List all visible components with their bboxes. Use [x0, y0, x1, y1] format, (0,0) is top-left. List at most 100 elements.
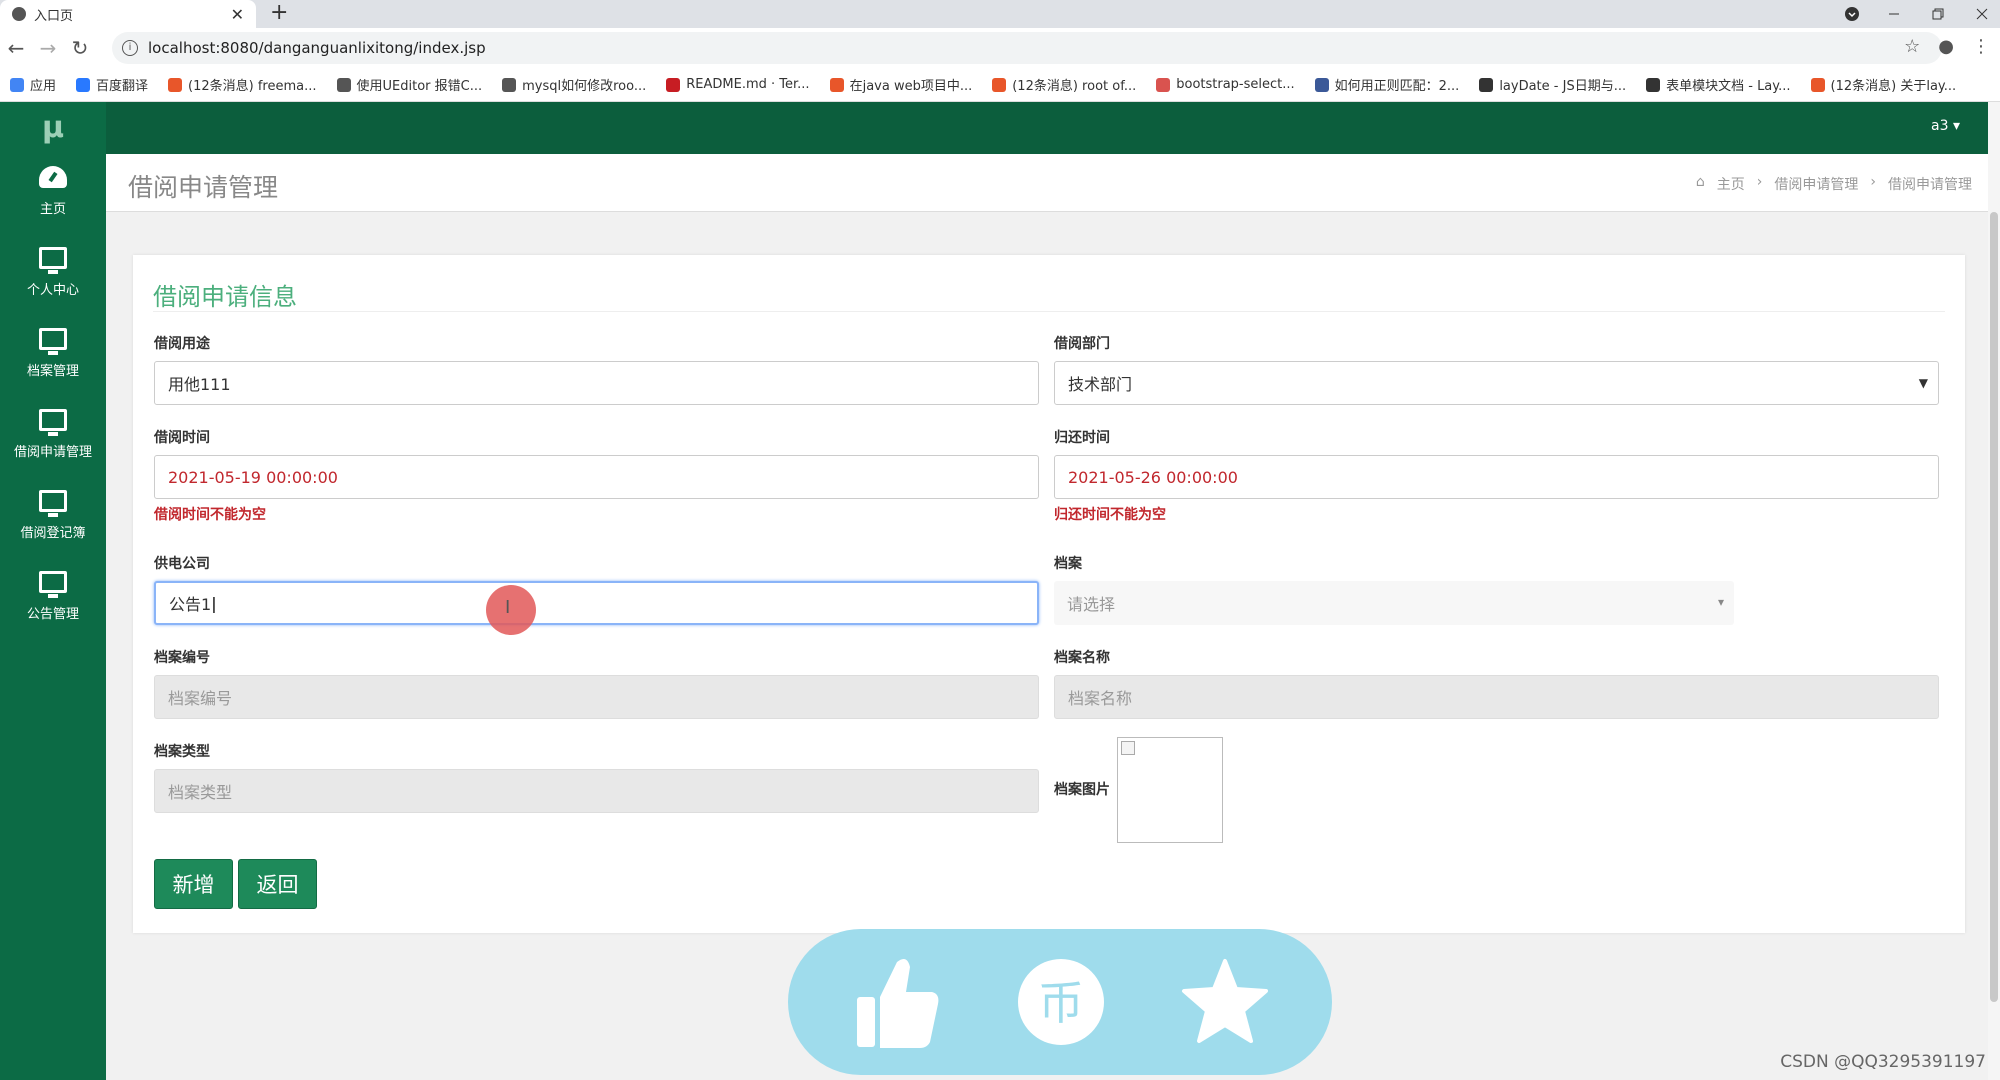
globe-icon: [12, 7, 26, 21]
bookmark-item[interactable]: (12条消息) 关于lay...: [1810, 75, 1957, 94]
site-info-icon[interactable]: i: [122, 40, 138, 56]
breadcrumb-section[interactable]: 借阅申请管理: [1774, 174, 1858, 194]
new-tab-button[interactable]: +: [270, 0, 288, 28]
sidebar-item-notice-management[interactable]: 公告管理: [0, 559, 106, 640]
borrow-time-input[interactable]: 2021-05-19 00:00:00: [154, 455, 1039, 499]
browser-tab[interactable]: 入口页 ✕: [0, 0, 256, 28]
bookmark-label: 如何用正则匹配：2...: [1334, 79, 1460, 94]
company-input[interactable]: 公告1 |: [154, 581, 1039, 625]
url-field[interactable]: i localhost:8080/danganguanlixitong/inde…: [112, 32, 1942, 64]
profile-dropdown-icon[interactable]: [1844, 0, 1860, 28]
sidebar-item-borrow-register[interactable]: 借阅登记簿: [0, 478, 106, 559]
bookmark-favicon-icon: [829, 77, 844, 92]
home-icon: ⌂: [1695, 174, 1705, 190]
bookmark-label: 在java web项目中...: [849, 79, 973, 94]
monitor-icon: [39, 247, 67, 274]
bookmark-item[interactable]: 如何用正则匹配：2...: [1314, 75, 1460, 94]
bookmark-label: (12条消息) root of...: [1012, 79, 1137, 94]
archive-select[interactable]: 请选择 ▾: [1054, 581, 1734, 625]
bookmark-item[interactable]: (12条消息) freema...: [168, 75, 317, 94]
sidebar-item-label: 档案管理: [26, 364, 79, 379]
bookmark-label: bootstrap-select...: [1176, 77, 1295, 92]
return-time-input[interactable]: 2021-05-26 00:00:00: [1054, 455, 1939, 499]
text-caret: |: [211, 593, 217, 613]
coin-icon[interactable]: 币: [1006, 947, 1116, 1057]
bookmark-item[interactable]: bootstrap-select...: [1156, 77, 1295, 92]
breadcrumb-current: 借阅申请管理: [1888, 177, 1972, 193]
bookmark-item[interactable]: 百度翻译: [76, 75, 148, 94]
bookmark-favicon-icon: [666, 77, 681, 92]
bookmark-item[interactable]: 表单模块文档 - Lay...: [1646, 75, 1791, 94]
back-arrow-icon[interactable]: ←: [0, 36, 32, 60]
caret-down-icon: ▾: [1717, 595, 1724, 609]
bookmark-favicon-icon: [1314, 77, 1329, 92]
window-close-icon[interactable]: [1976, 0, 1988, 28]
account-icon[interactable]: ●: [1938, 36, 1954, 57]
monitor-icon: [39, 571, 67, 598]
archive-no-input[interactable]: 档案编号: [154, 675, 1039, 719]
archive-image: [1117, 737, 1223, 843]
reload-icon[interactable]: ↻: [64, 36, 96, 60]
sidebar-item-home[interactable]: 主页: [0, 154, 106, 235]
menu-kebab-icon[interactable]: ⋮: [1972, 36, 1990, 57]
bookmark-label: 百度翻译: [96, 79, 149, 94]
monitor-icon: [39, 490, 67, 517]
sidebar-item-label: 借阅申请管理: [13, 445, 92, 460]
bookmark-label: (12条消息) freema...: [188, 79, 317, 94]
click-indicator: [486, 585, 536, 635]
sidebar-item-borrow-application-management[interactable]: 借阅申请管理: [0, 397, 106, 478]
bookmark-favicon-icon: [1479, 77, 1494, 92]
borrow-time-label: 借阅时间: [154, 430, 210, 446]
bookmark-label: 使用UEditor 报错C...: [356, 79, 483, 94]
dept-select[interactable]: 技术部门 ▼: [1054, 361, 1939, 405]
bookmark-item[interactable]: mysql如何修改roo...: [502, 75, 646, 94]
purpose-label: 借阅用途: [154, 336, 210, 352]
purpose-input[interactable]: 用他111: [154, 361, 1039, 405]
restore-icon[interactable]: [1932, 0, 1944, 28]
archive-placeholder: 请选择: [1067, 595, 1116, 614]
sidebar-item-label: 主页: [39, 202, 66, 217]
reaction-bar: 币: [788, 929, 1332, 1075]
minimize-icon[interactable]: [1888, 0, 1900, 28]
bookmark-item[interactable]: 使用UEditor 报错C...: [336, 75, 483, 94]
bookmark-item[interactable]: layDate - JS日期与...: [1479, 75, 1626, 94]
scrollbar[interactable]: [1988, 102, 2000, 1080]
monitor-icon: [39, 328, 67, 355]
back-button[interactable]: 返回: [238, 859, 317, 909]
star-icon[interactable]: [1170, 947, 1280, 1057]
archive-name-placeholder: 档案名称: [1068, 689, 1133, 708]
tab-title: 入口页: [34, 8, 74, 24]
form-title: 借阅申请信息: [153, 283, 297, 311]
thumbs-up-icon[interactable]: [842, 947, 952, 1057]
scrollbar-thumb[interactable]: [1990, 212, 1998, 1002]
bookmark-item[interactable]: README.md · Ter...: [666, 77, 810, 92]
bookmark-star-icon[interactable]: ☆: [1904, 36, 1920, 57]
title-divider: [153, 311, 1945, 312]
breadcrumb-home[interactable]: 主页: [1717, 174, 1745, 194]
address-bar: ← → ↻ i localhost:8080/danganguanlixiton…: [0, 28, 2000, 68]
user-menu[interactable]: a3 ▾: [1931, 118, 1960, 134]
sidebar-item-personal-center[interactable]: 个人中心: [0, 235, 106, 316]
archive-type-placeholder: 档案类型: [168, 783, 233, 802]
tab-close-icon[interactable]: ✕: [231, 5, 244, 24]
breadcrumb-separator: ›: [1870, 174, 1876, 190]
forward-arrow-icon[interactable]: →: [32, 36, 64, 60]
breadcrumb-separator: ›: [1756, 174, 1763, 190]
bookmark-item[interactable]: 应用: [10, 75, 56, 94]
return-time-error: 归还时间不能为空: [1054, 507, 1166, 523]
bookmark-favicon-icon: [1646, 77, 1661, 92]
sidebar-item-label: 个人中心: [26, 283, 79, 298]
borrow-time-value: 2021-05-19 00:00:00: [168, 467, 338, 487]
sidebar-item-label: 借阅登记簿: [20, 526, 86, 541]
archive-type-input[interactable]: 档案类型: [154, 769, 1039, 813]
bookmark-item[interactable]: 在java web项目中...: [829, 75, 973, 94]
bookmark-label: README.md · Ter...: [686, 77, 810, 92]
sidebar-item-archive-management[interactable]: 档案管理: [0, 316, 106, 397]
bookmark-label: (12条消息) 关于lay...: [1830, 79, 1957, 94]
bookmarks-bar: 应用 百度翻译 (12条消息) freema... 使用UEditor 报错C... m…: [0, 68, 2000, 102]
bookmark-item[interactable]: (12条消息) root of...: [992, 75, 1136, 94]
monitor-icon: [39, 409, 67, 436]
add-button[interactable]: 新增: [154, 859, 233, 909]
archive-name-input[interactable]: 档案名称: [1054, 675, 1939, 719]
bookmark-label: 应用: [30, 79, 57, 94]
